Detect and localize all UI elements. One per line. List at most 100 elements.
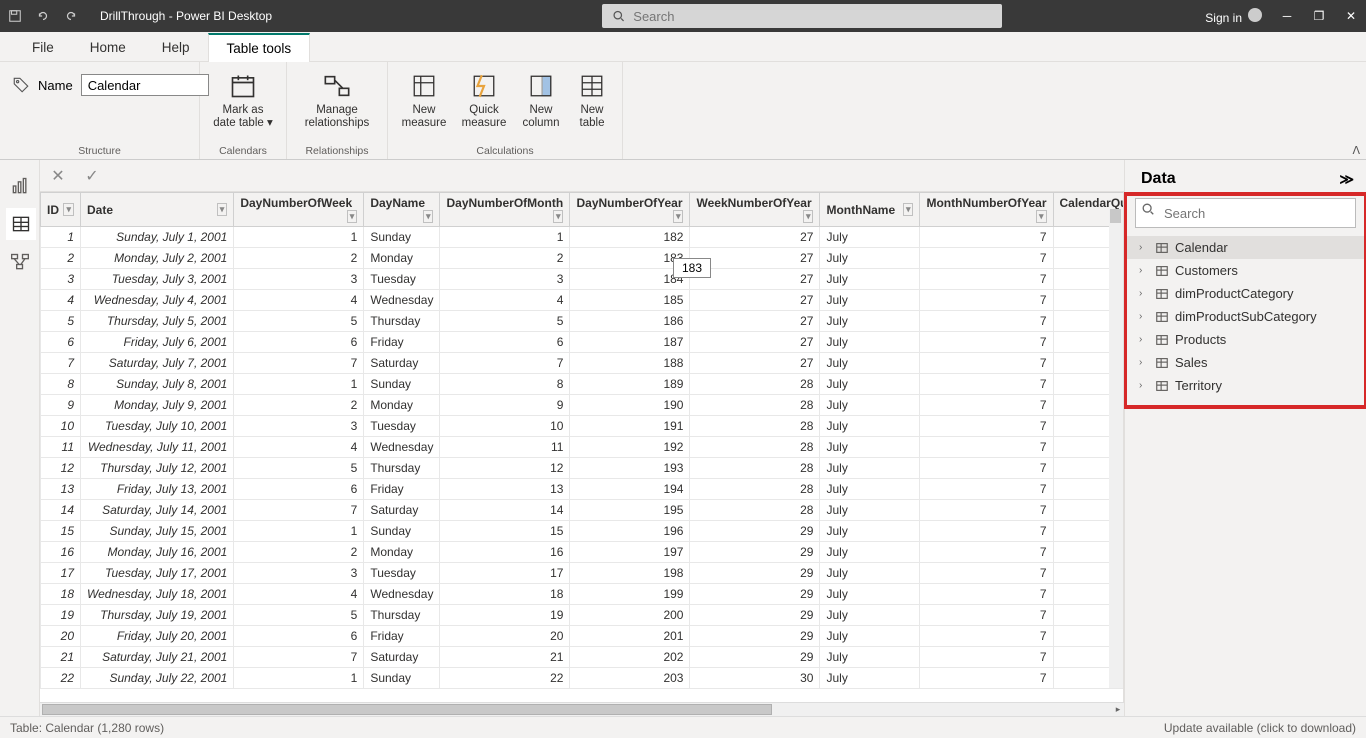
report-view-button[interactable]: [4, 170, 36, 202]
cell[interactable]: 7: [920, 248, 1053, 269]
cell[interactable]: 189: [570, 374, 690, 395]
cell[interactable]: 29: [690, 563, 820, 584]
cell[interactable]: Thursday: [364, 605, 440, 626]
cell[interactable]: 17: [440, 563, 570, 584]
cell[interactable]: 2: [440, 248, 570, 269]
cell[interactable]: 22: [440, 668, 570, 689]
minimize-button[interactable]: ─: [1280, 9, 1294, 23]
cell[interactable]: July: [820, 332, 920, 353]
cell[interactable]: 192: [570, 437, 690, 458]
cell[interactable]: 7: [920, 269, 1053, 290]
cell[interactable]: 4: [234, 437, 364, 458]
cell[interactable]: 2: [234, 395, 364, 416]
cell[interactable]: July: [820, 668, 920, 689]
cell[interactable]: 21: [41, 647, 81, 668]
collapse-pane-button[interactable]: ≫: [1339, 171, 1354, 188]
cell[interactable]: 9: [41, 395, 81, 416]
cell[interactable]: 201: [570, 626, 690, 647]
filter-icon[interactable]: ▾: [673, 210, 684, 223]
cell[interactable]: 1: [440, 227, 570, 248]
cell[interactable]: July: [820, 290, 920, 311]
cell[interactable]: July: [820, 416, 920, 437]
cell[interactable]: 6: [234, 626, 364, 647]
cell[interactable]: 183: [570, 248, 690, 269]
filter-icon[interactable]: ▾: [423, 210, 434, 223]
column-header[interactable]: Date▾: [81, 193, 234, 227]
cell[interactable]: Monday: [364, 542, 440, 563]
filter-icon[interactable]: ▾: [803, 210, 814, 223]
cell[interactable]: 10: [41, 416, 81, 437]
undo-icon[interactable]: [36, 9, 50, 23]
table-row[interactable]: 11Wednesday, July 11, 20014Wednesday1119…: [41, 437, 1125, 458]
cell[interactable]: 194: [570, 479, 690, 500]
cell[interactable]: 7: [920, 626, 1053, 647]
cell[interactable]: 7: [920, 458, 1053, 479]
cell[interactable]: 186: [570, 311, 690, 332]
signin-button[interactable]: Sign in: [1205, 8, 1262, 25]
cell[interactable]: 19: [440, 605, 570, 626]
maximize-button[interactable]: ❐: [1312, 9, 1326, 23]
cell[interactable]: July: [820, 605, 920, 626]
cell[interactable]: 7: [234, 353, 364, 374]
cell[interactable]: 5: [440, 311, 570, 332]
cell[interactable]: 7: [920, 647, 1053, 668]
cell[interactable]: 19: [41, 605, 81, 626]
tab-home[interactable]: Home: [72, 34, 144, 61]
quick-measure-button[interactable]: Quick measure: [456, 66, 512, 134]
cell[interactable]: 7: [920, 605, 1053, 626]
cell[interactable]: 29: [690, 605, 820, 626]
manage-relationships-button[interactable]: Manage relationships: [295, 66, 379, 134]
cell[interactable]: 12: [41, 458, 81, 479]
table-row[interactable]: 5Thursday, July 5, 20015Thursday518627Ju…: [41, 311, 1125, 332]
filter-icon[interactable]: ▾: [63, 203, 74, 216]
cell[interactable]: Tuesday, July 3, 2001: [81, 269, 234, 290]
cell[interactable]: 203: [570, 668, 690, 689]
cell[interactable]: 6: [41, 332, 81, 353]
cell[interactable]: Wednesday, July 18, 2001: [81, 584, 234, 605]
cell[interactable]: Monday, July 16, 2001: [81, 542, 234, 563]
close-button[interactable]: ✕: [1344, 9, 1358, 23]
table-row[interactable]: 14Saturday, July 14, 20017Saturday141952…: [41, 500, 1125, 521]
cell[interactable]: 7: [41, 353, 81, 374]
table-item[interactable]: ›Customers: [1125, 259, 1366, 282]
data-view-button[interactable]: [4, 208, 36, 240]
cell[interactable]: 7: [920, 437, 1053, 458]
cell[interactable]: Saturday, July 14, 2001: [81, 500, 234, 521]
column-header[interactable]: MonthNumberOfYear▾: [920, 193, 1053, 227]
cell[interactable]: Saturday, July 21, 2001: [81, 647, 234, 668]
cell[interactable]: Friday, July 20, 2001: [81, 626, 234, 647]
cell[interactable]: 8: [440, 374, 570, 395]
cell[interactable]: 28: [690, 374, 820, 395]
table-row[interactable]: 7Saturday, July 7, 20017Saturday718827Ju…: [41, 353, 1125, 374]
cell[interactable]: Thursday, July 5, 2001: [81, 311, 234, 332]
collapse-ribbon-button[interactable]: ᐱ: [1352, 144, 1360, 157]
cell[interactable]: Thursday: [364, 458, 440, 479]
cell[interactable]: July: [820, 647, 920, 668]
cell[interactable]: 7: [920, 521, 1053, 542]
global-search[interactable]: [602, 4, 1002, 28]
cell[interactable]: Thursday: [364, 311, 440, 332]
cell[interactable]: 17: [41, 563, 81, 584]
cell[interactable]: 202: [570, 647, 690, 668]
table-row[interactable]: 3Tuesday, July 3, 20013Tuesday318427July…: [41, 269, 1125, 290]
cell[interactable]: 28: [690, 395, 820, 416]
commit-formula-button[interactable]: ✓: [78, 162, 106, 190]
cell[interactable]: 28: [690, 416, 820, 437]
cell[interactable]: Sunday, July 1, 2001: [81, 227, 234, 248]
table-item[interactable]: ›Territory: [1125, 374, 1366, 397]
cell[interactable]: 199: [570, 584, 690, 605]
cell[interactable]: 7: [920, 479, 1053, 500]
cell[interactable]: July: [820, 500, 920, 521]
cell[interactable]: 7: [920, 227, 1053, 248]
cell[interactable]: 21: [440, 647, 570, 668]
cell[interactable]: 2: [41, 248, 81, 269]
column-header[interactable]: ID▾: [41, 193, 81, 227]
cell[interactable]: Saturday: [364, 353, 440, 374]
cell[interactable]: 195: [570, 500, 690, 521]
cell[interactable]: Monday, July 9, 2001: [81, 395, 234, 416]
cell[interactable]: 29: [690, 584, 820, 605]
table-row[interactable]: 10Tuesday, July 10, 20013Tuesday1019128J…: [41, 416, 1125, 437]
cell[interactable]: 197: [570, 542, 690, 563]
filter-icon[interactable]: ▾: [1036, 210, 1047, 223]
cell[interactable]: 18: [41, 584, 81, 605]
